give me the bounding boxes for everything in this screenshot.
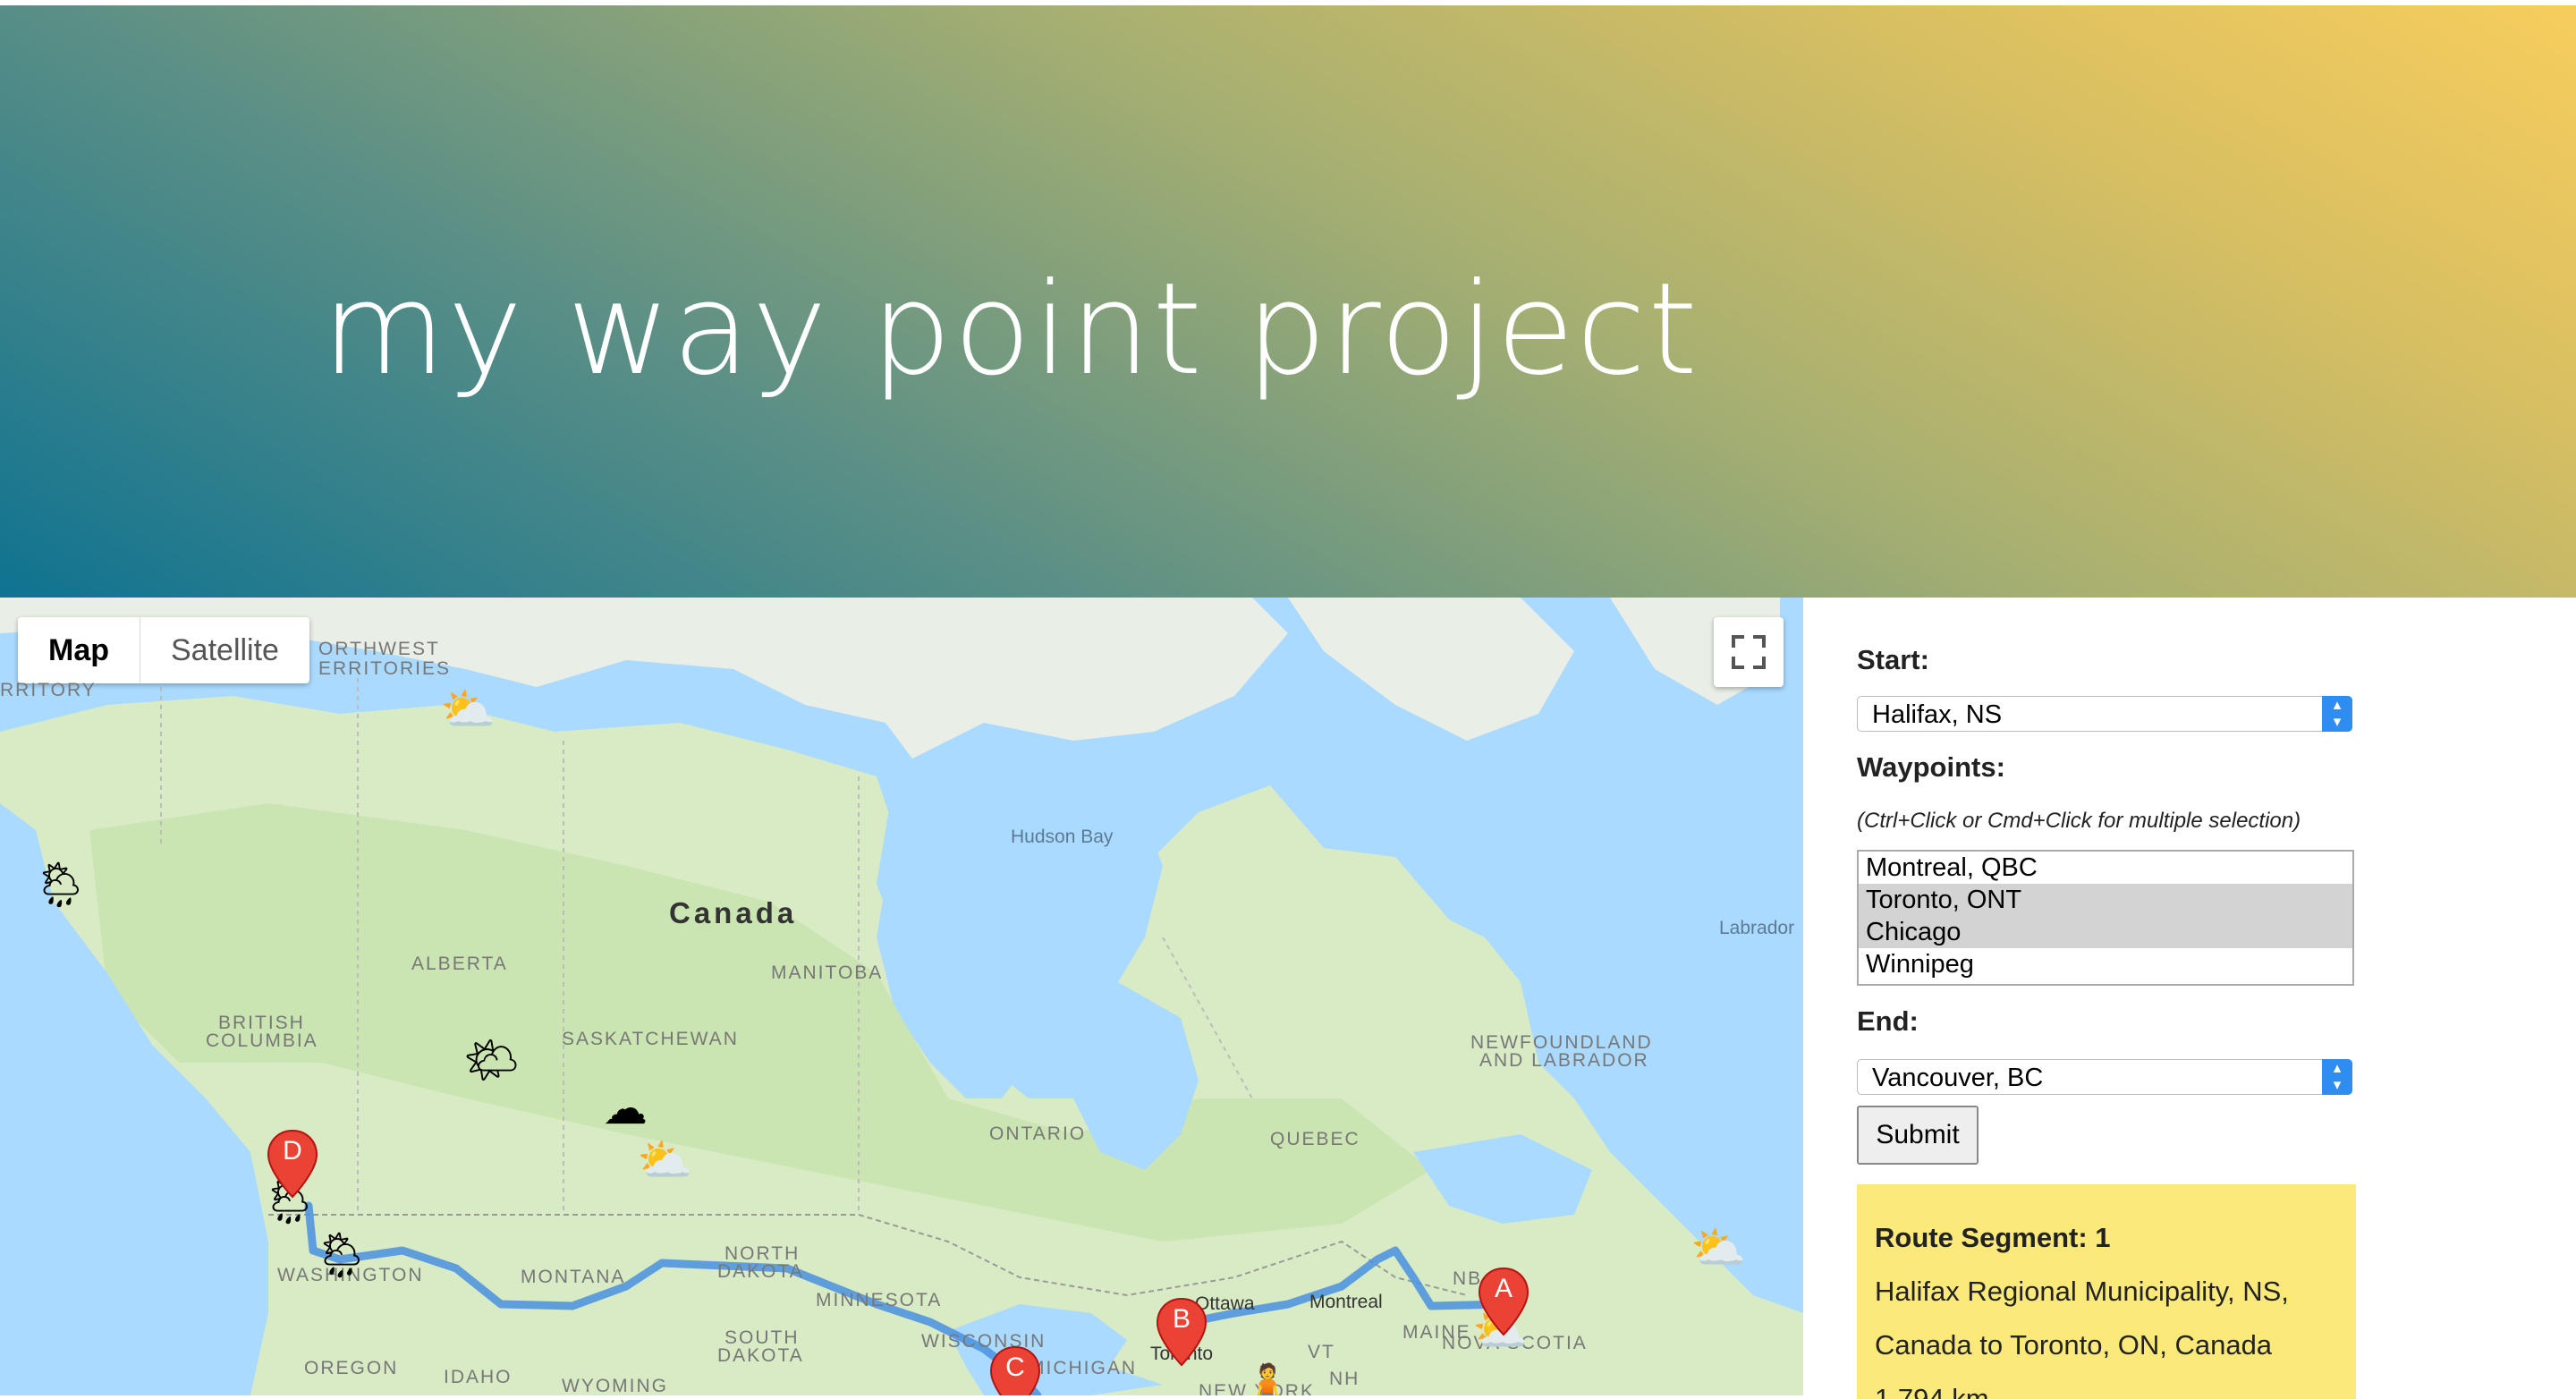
- fullscreen-button[interactable]: [1714, 617, 1784, 687]
- map-canvas[interactable]: [0, 598, 1803, 1395]
- weather-rain-icon[interactable]: 🌦: [313, 1233, 369, 1277]
- map-view[interactable]: Map Satellite ORTHWEST ERRITORIES RRITOR…: [0, 598, 1803, 1395]
- route-marker-d-label: D: [283, 1136, 302, 1166]
- route-segment-description: Halifax Regional Municipality, NS, Canad…: [1875, 1276, 2289, 1361]
- weather-sun-cloud-icon[interactable]: 🌤: [463, 1038, 520, 1082]
- weather-cloudy-icon[interactable]: ⛅: [637, 1138, 692, 1183]
- label-vt: VT: [1308, 1342, 1335, 1362]
- end-select-value: Vancouver, BC: [1872, 1064, 2044, 1092]
- route-marker-c[interactable]: C: [989, 1345, 1041, 1395]
- label-labrador: Labrador: [1719, 918, 1795, 938]
- route-form-panel: Start: Halifax, NS ▴ ▾ Waypoints: (Ctrl+C…: [1857, 598, 2358, 1399]
- waypoints-listbox[interactable]: Montreal, QBC Toronto, ONT Chicago Winni…: [1857, 850, 2354, 986]
- route-marker-d[interactable]: D: [267, 1129, 318, 1199]
- page-title: my way point project: [322, 256, 1699, 403]
- route-marker-a[interactable]: A: [1478, 1267, 1530, 1336]
- label-michigan: MICHIGAN: [1029, 1358, 1137, 1378]
- weather-cloud-icon[interactable]: ☁: [603, 1086, 648, 1131]
- label-minnesota: MINNESOTA: [816, 1290, 943, 1310]
- label-northwest-territories-1: ORTHWEST: [318, 639, 440, 659]
- label-saskatchewan: SASKATCHEWAN: [562, 1029, 739, 1049]
- label-hudson-bay: Hudson Bay: [1011, 827, 1114, 847]
- label-nh: NH: [1329, 1369, 1360, 1389]
- weather-cloudy-icon[interactable]: ⛅: [1690, 1225, 1746, 1270]
- label-territory: RRITORY: [0, 680, 97, 700]
- label-wyoming: WYOMING: [562, 1376, 668, 1395]
- weather-cloudy-icon[interactable]: ⛅: [440, 687, 496, 732]
- label-idaho: IDAHO: [444, 1367, 513, 1387]
- select-stepper-icon: ▴ ▾: [2322, 1059, 2352, 1095]
- end-select[interactable]: Vancouver, BC ▴ ▾: [1857, 1059, 2352, 1095]
- waypoint-option[interactable]: Toronto, ONT: [1859, 884, 2352, 916]
- waypoint-option[interactable]: Montreal, QBC: [1859, 852, 2352, 884]
- label-british-columbia-2: COLUMBIA: [206, 1030, 318, 1051]
- start-label: Start:: [1857, 644, 1929, 675]
- label-manitoba: MANITOBA: [771, 962, 884, 983]
- route-marker-b-label: B: [1172, 1304, 1191, 1334]
- weather-rain-icon[interactable]: 🌦: [32, 862, 89, 907]
- label-canada: Canada: [669, 896, 798, 929]
- start-select[interactable]: Halifax, NS ▴ ▾: [1857, 696, 2352, 732]
- label-alberta: ALBERTA: [411, 954, 508, 974]
- select-stepper-icon: ▴ ▾: [2322, 696, 2352, 732]
- waypoint-option[interactable]: Chicago: [1859, 916, 2352, 948]
- pegman-icon[interactable]: 🧍: [1240, 1365, 1295, 1395]
- route-marker-b[interactable]: B: [1156, 1297, 1208, 1367]
- start-select-value: Halifax, NS: [1872, 700, 2003, 729]
- route-summary: Route Segment: 1 Halifax Regional Munici…: [1857, 1184, 2356, 1399]
- label-montana: MONTANA: [521, 1267, 626, 1287]
- label-north-dakota-2: DAKOTA: [717, 1261, 804, 1282]
- route-segment-title: Route Segment: 1: [1875, 1222, 2111, 1253]
- waypoint-option[interactable]: Winnipeg: [1859, 948, 2352, 980]
- header-banner: my way point project: [0, 5, 2576, 598]
- route-marker-a-label: A: [1494, 1274, 1513, 1303]
- map-type-map-button[interactable]: Map: [18, 617, 140, 683]
- label-quebec: QUEBEC: [1270, 1129, 1360, 1149]
- label-montreal: Montreal: [1309, 1292, 1383, 1312]
- waypoints-hint: (Ctrl+Click or Cmd+Click for multiple se…: [1857, 809, 2301, 833]
- map-type-satellite-button[interactable]: Satellite: [140, 617, 309, 683]
- route-marker-c-label: C: [1005, 1352, 1025, 1382]
- label-south-dakota-2: DAKOTA: [717, 1345, 804, 1366]
- map-type-control[interactable]: Map Satellite: [18, 617, 309, 683]
- label-oregon: OREGON: [304, 1358, 399, 1378]
- end-label: End:: [1857, 1005, 1919, 1037]
- label-ontario: ONTARIO: [989, 1123, 1087, 1144]
- submit-button[interactable]: Submit: [1857, 1106, 1979, 1165]
- label-northwest-territories-2: ERRITORIES: [318, 658, 451, 679]
- fullscreen-icon: [1732, 635, 1766, 669]
- label-newfoundland-2: AND LABRADOR: [1479, 1050, 1649, 1071]
- waypoints-label: Waypoints:: [1857, 751, 2005, 783]
